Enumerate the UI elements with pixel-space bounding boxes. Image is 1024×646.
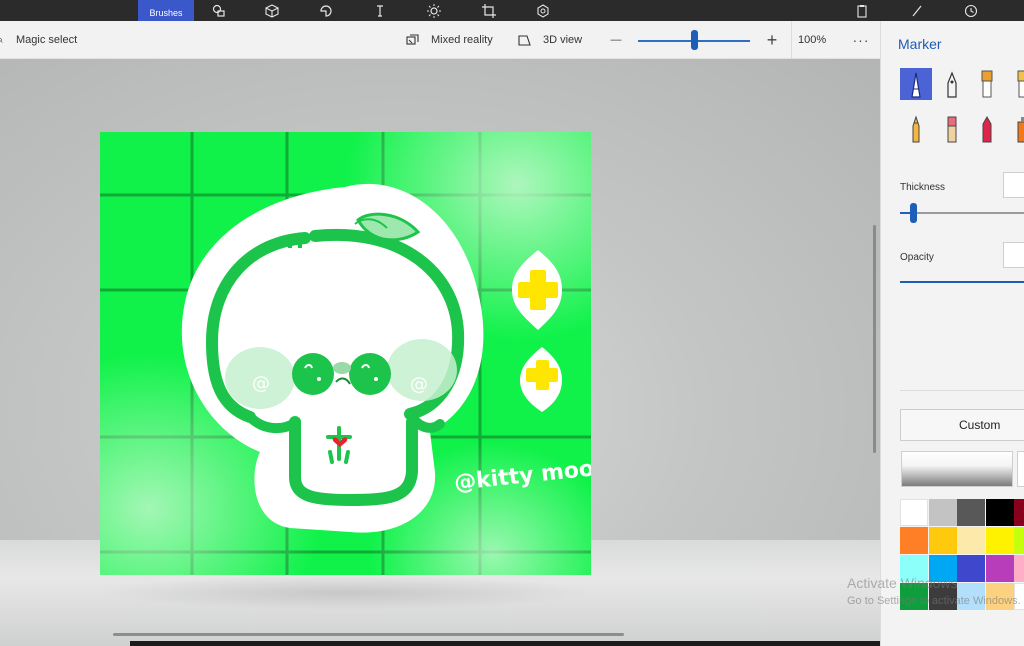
thickness-slider-thumb[interactable] xyxy=(910,203,917,223)
crayon-icon xyxy=(982,115,992,143)
redo-icon xyxy=(912,5,922,16)
color-swatch[interactable] xyxy=(1014,499,1024,526)
magic-select-button[interactable]: Magic select xyxy=(0,21,77,59)
secondary-color-swatch[interactable] xyxy=(1017,451,1024,487)
marker-icon xyxy=(911,72,921,98)
mixed-reality-button[interactable]: Mixed reality xyxy=(406,21,493,59)
pencil-icon xyxy=(912,115,920,143)
calligraphy-pen-button[interactable] xyxy=(936,68,968,100)
3d-view-label: 3D view xyxy=(543,34,583,46)
magic-select-icon xyxy=(0,37,3,43)
toolbar-divider xyxy=(791,21,792,59)
panel-divider xyxy=(900,390,1024,391)
mixed-reality-label: Mixed reality xyxy=(431,34,493,46)
redo-button[interactable] xyxy=(903,0,931,21)
svg-text:@: @ xyxy=(410,374,428,395)
stickers-icon xyxy=(320,4,332,17)
brush-panel: Marker Thickness Opacity Custom xyxy=(880,21,1024,646)
color-swatch[interactable] xyxy=(928,499,957,526)
pencil-button[interactable] xyxy=(900,113,932,145)
canvas-crop-icon xyxy=(482,3,496,18)
horizontal-scrollbar[interactable] xyxy=(113,633,624,636)
opacity-input[interactable] xyxy=(1003,242,1024,268)
activation-watermark-subtitle: Go to Settings to activate Windows. xyxy=(847,595,1021,607)
magic-select-label: Magic select xyxy=(16,34,78,46)
color-swatch[interactable] xyxy=(957,555,985,582)
taskbar-strip xyxy=(130,641,880,646)
color-swatch[interactable] xyxy=(1014,555,1024,582)
zoom-slider-thumb[interactable] xyxy=(691,30,698,50)
2d-shapes-tab[interactable] xyxy=(205,0,233,21)
3d-library-tab[interactable] xyxy=(529,0,557,21)
oil-brush-icon xyxy=(981,70,993,98)
eraser-button[interactable] xyxy=(936,113,968,145)
canvas-artwork[interactable]: @ @ @kitty moon #247 xyxy=(100,132,591,575)
history-button[interactable] xyxy=(957,0,985,21)
color-swatch[interactable] xyxy=(957,499,985,526)
3d-view-button[interactable]: 3D view xyxy=(518,21,582,59)
spray-can-button[interactable] xyxy=(1007,113,1024,145)
canvas-shadow xyxy=(100,575,592,610)
zoom-in-button[interactable]: + xyxy=(764,21,780,59)
3d-view-icon xyxy=(518,34,531,46)
3d-library-icon xyxy=(537,3,549,18)
crayon-button[interactable] xyxy=(971,113,1003,145)
color-swatch[interactable] xyxy=(957,527,985,554)
calligraphy-pen-icon xyxy=(947,71,957,98)
color-swatch[interactable] xyxy=(985,555,1014,582)
color-swatch[interactable] xyxy=(985,527,1014,554)
oil-brush-button[interactable] xyxy=(971,68,1003,100)
color-swatch[interactable] xyxy=(900,527,928,554)
spray-can-icon xyxy=(1017,117,1024,143)
custom-color-button[interactable]: Custom xyxy=(900,409,1024,441)
eraser-icon xyxy=(947,116,957,143)
watercolor-icon xyxy=(1017,70,1024,98)
more-options-button[interactable]: ··· xyxy=(850,21,872,59)
canvas-tab[interactable] xyxy=(475,0,503,21)
color-swatch[interactable] xyxy=(928,527,957,554)
color-swatch[interactable] xyxy=(1014,527,1024,554)
2d-shapes-icon xyxy=(212,4,225,17)
activation-watermark-title: Activate Windows xyxy=(847,575,958,591)
svg-text:@: @ xyxy=(252,373,270,394)
zoom-out-button[interactable]: — xyxy=(609,21,623,59)
effects-tab[interactable] xyxy=(420,0,448,21)
thickness-input[interactable] xyxy=(1003,172,1024,198)
3d-shapes-icon xyxy=(265,3,279,18)
paste-button[interactable] xyxy=(848,0,876,21)
stickers-tab[interactable] xyxy=(312,0,340,21)
custom-color-label: Custom xyxy=(959,418,1001,432)
mixed-reality-icon xyxy=(406,33,419,45)
color-swatch[interactable] xyxy=(985,499,1014,526)
text-tab[interactable] xyxy=(366,0,394,21)
thickness-slider-track[interactable] xyxy=(900,212,1024,214)
opacity-slider[interactable] xyxy=(900,281,1024,283)
zoom-level[interactable]: 100% xyxy=(798,21,842,59)
panel-title: Marker xyxy=(898,36,942,52)
effects-icon xyxy=(427,3,441,18)
3d-shapes-tab[interactable] xyxy=(258,0,286,21)
current-color-swatch[interactable] xyxy=(901,451,1013,487)
opacity-label: Opacity xyxy=(900,252,934,263)
watercolor-button[interactable] xyxy=(1007,68,1024,100)
marker-brush-button[interactable] xyxy=(900,68,932,100)
top-toolbar: Brushes xyxy=(0,0,1024,21)
brushes-tab-label: Brushes xyxy=(149,8,183,18)
brushes-tab[interactable]: Brushes xyxy=(138,0,194,21)
text-icon xyxy=(377,4,383,17)
paste-icon xyxy=(857,4,867,18)
vertical-scrollbar[interactable] xyxy=(873,225,876,453)
history-icon xyxy=(964,4,978,17)
thickness-label: Thickness xyxy=(900,182,946,193)
color-swatch[interactable] xyxy=(900,499,928,526)
